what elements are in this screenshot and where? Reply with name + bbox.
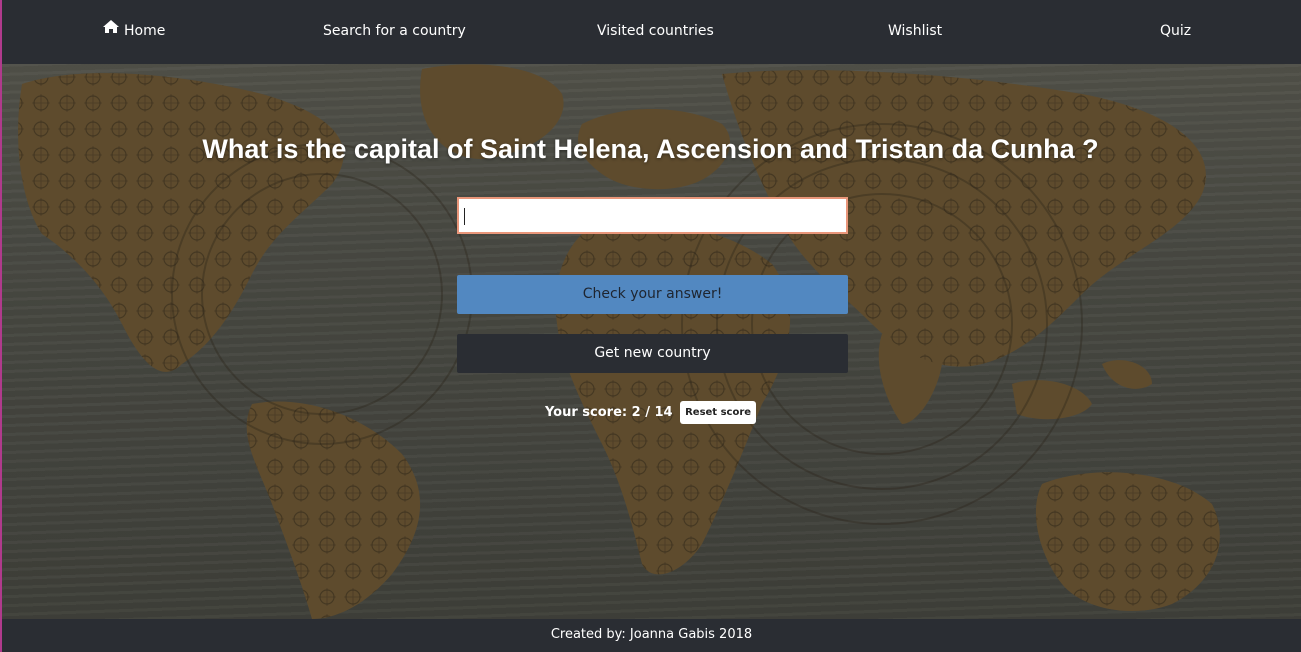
nav-quiz-link[interactable]: Quiz <box>1160 0 1191 64</box>
score-row: Your score: 2 / 14 Reset score <box>0 401 1301 424</box>
footer-credit: Created by: Joanna Gabis 2018 <box>550 627 753 642</box>
top-navbar: Home Search for a country Visited countr… <box>0 0 1301 64</box>
score-label: Your score: <box>544 405 628 420</box>
answer-input[interactable] <box>457 197 848 234</box>
home-icon <box>103 0 119 60</box>
nav-search-link[interactable]: Search for a country <box>323 0 466 64</box>
text-caret <box>464 208 465 225</box>
nav-home-label: Home <box>124 23 166 39</box>
nav-wishlist-link[interactable]: Wishlist <box>888 0 942 64</box>
page-footer: Created by: Joanna Gabis 2018 <box>0 619 1301 652</box>
get-new-country-button[interactable]: Get new country <box>457 334 848 373</box>
check-answer-button[interactable]: Check your answer! <box>457 275 848 314</box>
nav-home-link[interactable]: Home <box>103 0 165 64</box>
reset-score-button[interactable]: Reset score <box>680 401 757 424</box>
quiz-question: What is the capital of Saint Helena, Asc… <box>202 134 1099 164</box>
score-value: 2 / 14 <box>631 405 673 420</box>
nav-visited-link[interactable]: Visited countries <box>597 0 714 64</box>
